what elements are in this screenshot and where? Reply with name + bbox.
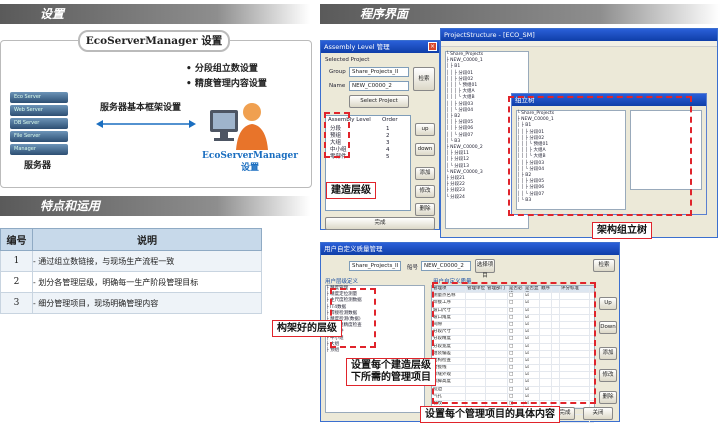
change-button[interactable]: 检索 bbox=[593, 259, 615, 272]
callout-assembly-tree: 架构组立树 bbox=[592, 222, 652, 239]
edit-button[interactable]: 修改 bbox=[415, 185, 435, 198]
add-button[interactable]: 添加 bbox=[599, 347, 617, 360]
menu-bar bbox=[441, 41, 717, 47]
delete-button[interactable]: 删除 bbox=[599, 391, 617, 404]
group-field[interactable]: Share_Projects_II bbox=[349, 261, 401, 271]
manager-label-line2: 设置 bbox=[240, 163, 259, 173]
table-row: 3- 细分管理项目，现场明确管理内容 bbox=[0, 292, 262, 314]
server-unit: DB Server bbox=[10, 118, 68, 129]
row-text: - 划分各管理层级，明确每一生产阶段管理目标 bbox=[32, 271, 262, 293]
highlight-assembly-tree bbox=[508, 96, 692, 216]
table-row: 2- 划分各管理层级，明确每一生产阶段管理目标 bbox=[0, 271, 262, 293]
window-titlebar: Assembly Level 管理 bbox=[321, 41, 439, 53]
level-orders: 12345 bbox=[386, 126, 390, 161]
window-titlebar: 用户自定义质量管理 bbox=[321, 243, 619, 255]
close-button[interactable]: 关闭 bbox=[583, 407, 613, 420]
order-value: 1 bbox=[386, 126, 390, 132]
manager-label-line1: EcoServerManager bbox=[202, 151, 298, 161]
callout-frame-level: 构架好的层级 bbox=[272, 320, 342, 337]
edit-button[interactable]: 修改 bbox=[599, 369, 617, 382]
callout-set-content: 设置每个管理项目的具体内容 bbox=[420, 406, 560, 423]
server-unit: Manager bbox=[10, 144, 68, 155]
setup-title: EcoServerManager 设置 bbox=[78, 30, 230, 52]
callout-line: 设置每个建造层级 bbox=[351, 360, 431, 371]
row-num: 1 bbox=[0, 250, 33, 272]
window-titlebar: ProjectStructure - [ECO_SM] bbox=[441, 29, 717, 41]
name-field[interactable]: NEW_C0000_2 bbox=[349, 81, 409, 91]
features-table: 编号 说明 1- 通过组立数链接，与现场生产流程一致 2- 划分各管理层级，明确每… bbox=[0, 228, 262, 314]
order-value: 4 bbox=[386, 147, 390, 153]
row-num: 2 bbox=[0, 271, 33, 293]
row-text: - 通过组立数链接，与现场生产流程一致 bbox=[32, 250, 262, 272]
double-arrow-icon bbox=[96, 120, 196, 128]
server-unit: Web Server bbox=[10, 105, 68, 116]
col-header-num: 编号 bbox=[0, 228, 33, 251]
group-field[interactable]: Share_Projects_II bbox=[349, 67, 409, 77]
highlight-quality-grid bbox=[432, 282, 596, 404]
highlight-level-tree bbox=[330, 288, 376, 348]
down-button[interactable]: Down bbox=[599, 321, 617, 334]
callout-line: 下所需的管理项目 bbox=[351, 372, 431, 383]
manager-user-icon bbox=[210, 103, 268, 150]
callout-set-items: 设置每个建造层级 下所需的管理项目 bbox=[346, 358, 436, 386]
col-order: Order bbox=[382, 117, 398, 123]
highlight-levels bbox=[324, 112, 350, 158]
close-icon[interactable]: × bbox=[428, 42, 437, 51]
order-value: 3 bbox=[386, 140, 390, 146]
server-label: 服务器 bbox=[24, 161, 52, 171]
left-panel-title: 用户层级定义 bbox=[325, 279, 359, 285]
col-header-desc: 说明 bbox=[32, 228, 262, 251]
server-unit: File Server bbox=[10, 131, 68, 142]
server-unit: Eco Server bbox=[10, 92, 68, 103]
name-label: 船号 bbox=[407, 265, 419, 271]
manager-label: EcoServerManager 设置 bbox=[200, 150, 300, 174]
order-value: 2 bbox=[386, 133, 390, 139]
up-button[interactable]: up bbox=[415, 123, 435, 136]
section-header-program: 程序界面 bbox=[320, 4, 720, 24]
change-button[interactable]: 检索 bbox=[413, 67, 435, 91]
name-label: Name bbox=[329, 83, 346, 89]
delete-button[interactable]: 删除 bbox=[415, 203, 435, 216]
name-field[interactable]: NEW_C0000_2 bbox=[421, 261, 471, 271]
bullet-item: 分段组立数设置 bbox=[186, 62, 267, 77]
add-button[interactable]: 添加 bbox=[415, 167, 435, 180]
select-project-button[interactable]: Select Project bbox=[349, 95, 409, 108]
section-header-settings: 设置 bbox=[0, 4, 310, 24]
ok-button[interactable]: 完成 bbox=[325, 217, 435, 230]
group-label: Group bbox=[329, 69, 346, 75]
select-project-button[interactable]: 选择项目 bbox=[475, 259, 495, 279]
row-num: 3 bbox=[0, 292, 33, 314]
bullet-item: 精度管理内容设置 bbox=[186, 77, 267, 92]
server-stack-image: Eco Server Web Server DB Server File Ser… bbox=[10, 92, 68, 155]
up-button[interactable]: Up bbox=[599, 297, 617, 310]
frame-setup-label: 服务器基本框架设置 bbox=[100, 103, 182, 113]
table-row: 1- 通过组立数链接，与现场生产流程一致 bbox=[0, 250, 262, 272]
tree-item[interactable]: ├ 预组 bbox=[326, 348, 424, 354]
callout-build-level: 建造层级 bbox=[326, 182, 376, 199]
down-button[interactable]: down bbox=[415, 143, 435, 156]
section-header-features: 特点和运用 bbox=[0, 196, 310, 216]
order-value: 5 bbox=[386, 154, 390, 160]
setup-bullets: 分段组立数设置 精度管理内容设置 bbox=[186, 62, 267, 92]
row-text: - 细分管理项目，现场明确管理内容 bbox=[32, 292, 262, 314]
selected-project-label: Selected Project bbox=[325, 57, 370, 63]
